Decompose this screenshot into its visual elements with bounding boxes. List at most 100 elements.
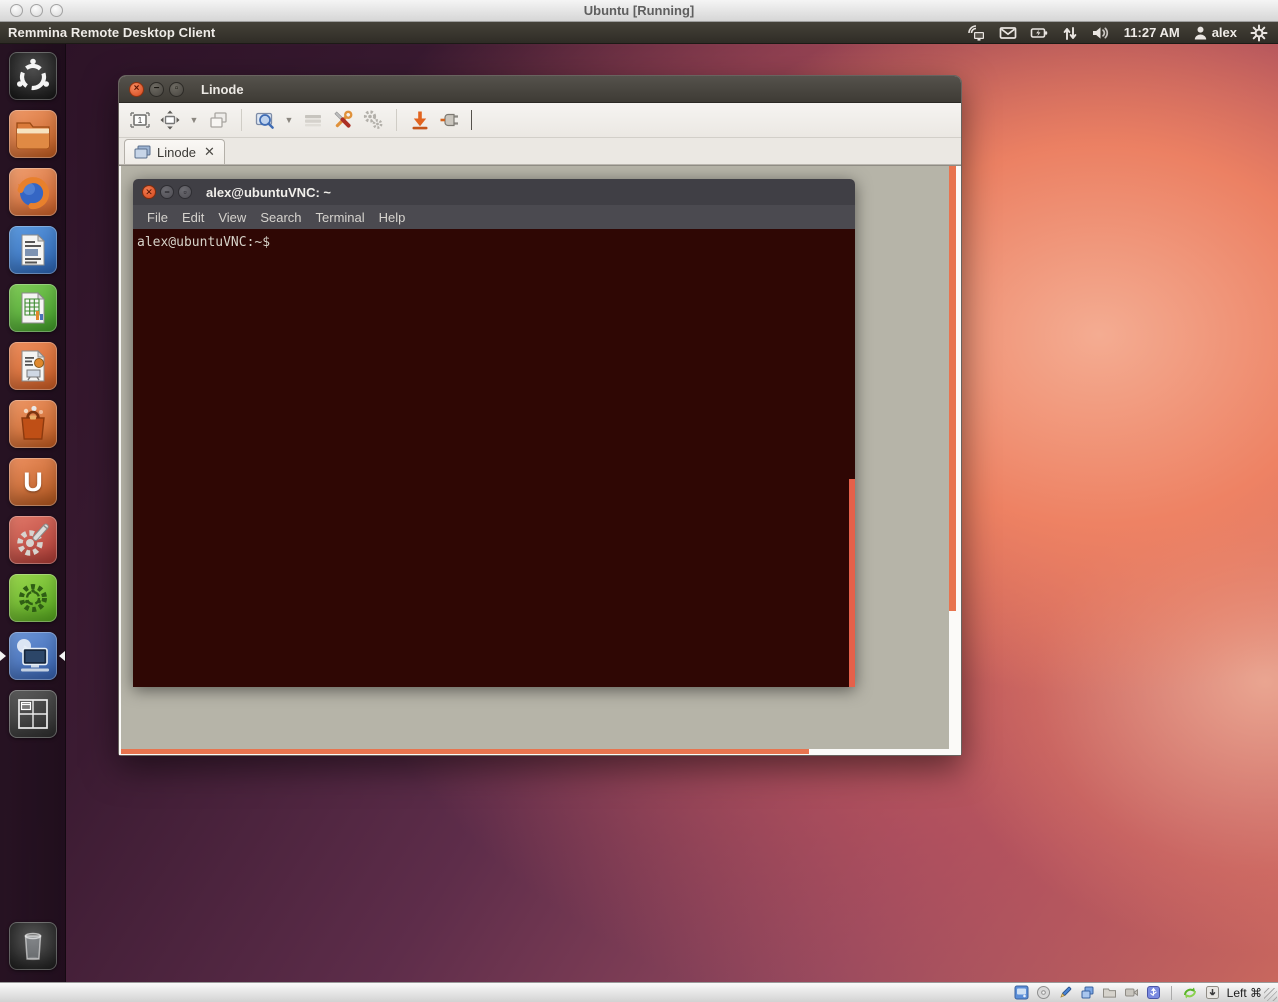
svg-text:1: 1	[138, 115, 143, 125]
terminal-window: ✕ − ▫ alex@ubuntuVNC: ~ File Edit View S…	[133, 179, 855, 687]
remmina-titlebar[interactable]: × − ▫ Linode	[119, 76, 961, 103]
calc-spreadsheet-icon	[10, 285, 56, 331]
clock[interactable]: 11:27 AM	[1124, 25, 1180, 40]
terminal-titlebar[interactable]: ✕ − ▫ alex@ubuntuVNC: ~	[133, 179, 855, 205]
launcher-item-software-updater[interactable]	[9, 574, 57, 622]
firefox-icon	[10, 169, 56, 215]
terminal-edge-artifact	[849, 479, 855, 687]
remmina-close-button[interactable]: ×	[129, 82, 144, 97]
zoom-icon[interactable]	[252, 107, 278, 133]
tab-linode[interactable]: Linode ✕	[124, 139, 225, 164]
tools-icon[interactable]	[330, 107, 356, 133]
network-icon[interactable]	[967, 24, 986, 42]
video-capture-icon[interactable]	[1124, 985, 1139, 1000]
disconnect-icon[interactable]	[437, 107, 463, 133]
host-zoom-button[interactable]	[50, 4, 63, 17]
launcher-item-home-folder[interactable]	[9, 110, 57, 158]
folder-icon[interactable]	[1102, 985, 1117, 1000]
toolbar-grip	[471, 110, 472, 130]
launcher-item-software-center[interactable]	[9, 400, 57, 448]
menu-edit[interactable]: Edit	[175, 210, 211, 225]
launcher-item-trash[interactable]	[9, 922, 57, 970]
preferences-gears-icon[interactable]	[360, 107, 386, 133]
virtualbox-host-window: Ubuntu [Running] Remmina Remote Desktop …	[0, 0, 1278, 1002]
launcher-item-remmina[interactable]	[9, 632, 57, 680]
menu-terminal[interactable]: Terminal	[309, 210, 372, 225]
pen-icon[interactable]	[1058, 985, 1073, 1000]
host-window-title: Ubuntu [Running]	[0, 3, 1278, 18]
network-activity-icon[interactable]	[1182, 985, 1198, 1001]
remmina-toolbar: 1 ▼ ▼	[119, 103, 961, 138]
launcher-item-dash[interactable]	[9, 52, 57, 100]
focused-indicator-arrow	[59, 651, 65, 661]
usb-icon[interactable]	[1146, 985, 1161, 1000]
launcher-item-firefox[interactable]	[9, 168, 57, 216]
terminal-menubar: File Edit View Search Terminal Help	[133, 205, 855, 229]
menu-view[interactable]: View	[211, 210, 253, 225]
impress-presentation-icon	[10, 343, 56, 389]
launcher-item-ubuntu-one[interactable]: U	[9, 458, 57, 506]
tab-label: Linode	[157, 145, 196, 160]
battery-icon[interactable]	[1030, 24, 1049, 42]
terminal-window-title: alex@ubuntuVNC: ~	[206, 185, 331, 200]
launcher-item-libreoffice-impress[interactable]	[9, 342, 57, 390]
volume-icon[interactable]	[1091, 24, 1111, 42]
menu-help[interactable]: Help	[372, 210, 413, 225]
launcher-item-libreoffice-calc[interactable]	[9, 284, 57, 332]
remmina-maximize-button[interactable]: ▫	[169, 82, 184, 97]
username-label: alex	[1212, 25, 1237, 40]
statusbar-separator	[1171, 986, 1172, 1000]
remmina-icon	[10, 633, 56, 679]
shell-prompt: alex@ubuntuVNC:~$	[137, 235, 270, 250]
terminal-minimize-button[interactable]: −	[160, 185, 174, 199]
connection-tab-icon	[134, 145, 151, 159]
tab-close-icon[interactable]: ✕	[204, 144, 215, 160]
autoresize-icon[interactable]	[1205, 985, 1220, 1000]
trash-icon	[10, 923, 56, 969]
keyboard-icon[interactable]	[300, 107, 326, 133]
menu-file[interactable]: File	[140, 210, 175, 225]
user-menu[interactable]: alex	[1193, 25, 1237, 41]
terminal-close-button[interactable]: ✕	[142, 185, 156, 199]
scale-dropdown-icon[interactable]: ▼	[187, 107, 201, 133]
writer-document-icon	[10, 227, 56, 273]
menu-search[interactable]: Search	[253, 210, 308, 225]
remmina-tabbar: Linode ✕	[119, 138, 961, 165]
terminal-screen[interactable]: alex@ubuntuVNC:~$	[133, 229, 855, 687]
session-gear-icon[interactable]	[1250, 24, 1268, 42]
switch-window-icon[interactable]	[205, 107, 231, 133]
remote-desktop-viewport[interactable]: ✕ − ▫ alex@ubuntuVNC: ~ File Edit View S…	[119, 165, 961, 755]
host-minimize-button[interactable]	[30, 4, 43, 17]
settings-gear-wrench-icon	[10, 517, 56, 563]
screenshot-icon[interactable]	[407, 107, 433, 133]
updown-arrows-icon[interactable]	[1062, 24, 1078, 42]
remote-edge-artifact-bottom	[121, 749, 809, 754]
cdrom-icon[interactable]	[1036, 985, 1051, 1000]
unity-launcher: U	[0, 44, 66, 982]
host-window-controls	[10, 4, 63, 17]
mail-icon[interactable]	[999, 24, 1017, 42]
folder-icon	[10, 111, 56, 157]
running-indicator-arrow	[0, 651, 6, 661]
remote-edge-artifact-right	[949, 166, 956, 611]
launcher-item-system-settings[interactable]	[9, 516, 57, 564]
harddisk-icon[interactable]	[1014, 985, 1029, 1000]
launcher-item-workspace-switcher[interactable]	[9, 690, 57, 738]
remmina-window: × − ▫ Linode 1 ▼ ▼	[118, 75, 962, 756]
host-close-button[interactable]	[10, 4, 23, 17]
host-titlebar: Ubuntu [Running]	[0, 0, 1278, 22]
terminal-maximize-button[interactable]: ▫	[178, 185, 192, 199]
shared-windows-icon[interactable]	[1080, 985, 1095, 1000]
zoom-dropdown-icon[interactable]: ▼	[282, 107, 296, 133]
resize-grip[interactable]	[1264, 988, 1277, 1001]
user-icon	[1193, 25, 1208, 41]
updater-gear-ubuntu-icon	[10, 575, 56, 621]
workspace-grid-icon	[10, 691, 56, 737]
toolbar-separator	[396, 109, 397, 131]
fullscreen-icon[interactable]: 1	[127, 107, 153, 133]
remmina-minimize-button[interactable]: −	[149, 82, 164, 97]
scale-icon[interactable]	[157, 107, 183, 133]
remote-host-desktop-wallpaper: U × − ▫ L	[0, 44, 1278, 982]
active-app-title: Remmina Remote Desktop Client	[8, 25, 215, 40]
launcher-item-libreoffice-writer[interactable]	[9, 226, 57, 274]
